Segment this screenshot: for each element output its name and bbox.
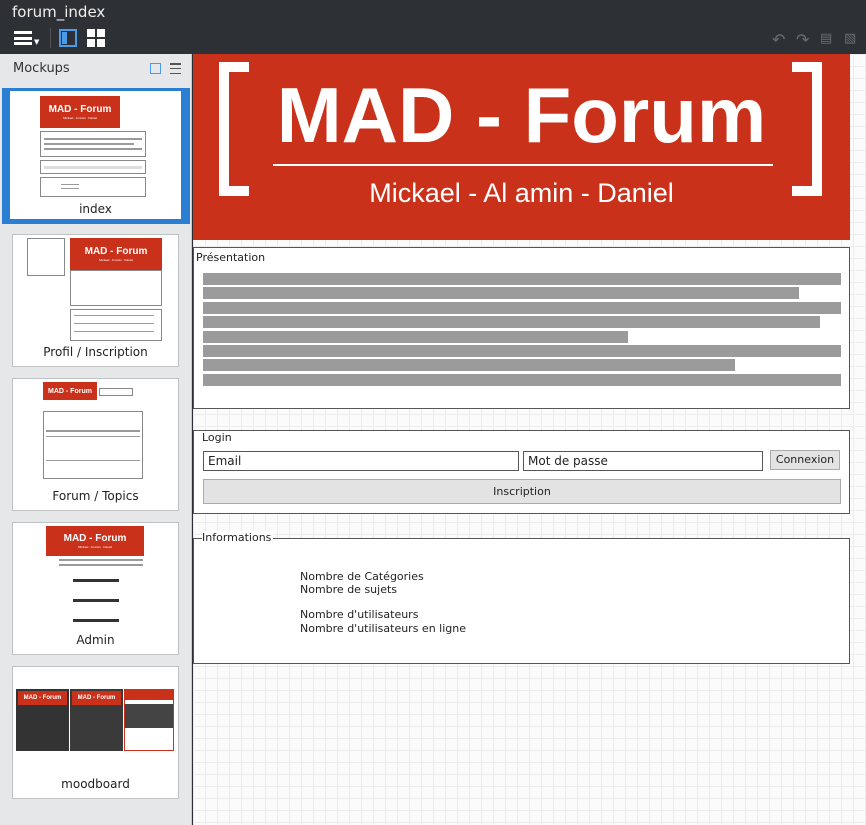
window-title: forum_index bbox=[12, 3, 106, 21]
mini-panel bbox=[70, 270, 162, 306]
text-placeholder-line bbox=[203, 287, 799, 299]
login-title: Login bbox=[202, 431, 234, 444]
undo-icon[interactable]: ↶ bbox=[772, 30, 785, 49]
stat-users: Nombre d'utilisateurs bbox=[300, 608, 419, 621]
copy-icon[interactable]: ▤ bbox=[820, 31, 832, 46]
mockup-item-index[interactable]: MAD - Forum Mickael · Al amin · Daniel i… bbox=[2, 88, 190, 224]
mockup-item-forum-topics[interactable]: MAD - Forum Forum / Topics bbox=[12, 378, 179, 511]
mini-input bbox=[99, 388, 133, 396]
mockup-thumbnail: MAD - Forum Mickael · Al amin · Daniel i… bbox=[10, 91, 181, 219]
presentation-title: Présentation bbox=[196, 251, 268, 264]
mini-logo: MAD - Forum Mickael · Al amin · Daniel bbox=[70, 238, 162, 270]
mockup-item-moodboard[interactable]: MAD - Forum MAD - Forum moodboard bbox=[12, 666, 179, 799]
text-placeholder-line bbox=[203, 273, 841, 285]
forum-banner: MAD - Forum Mickael - Al amin - Daniel bbox=[193, 54, 850, 240]
login-panel: Login Email Mot de passe Connexion Inscr… bbox=[193, 430, 850, 514]
text-placeholder-line bbox=[203, 374, 841, 386]
menu-button[interactable]: ▼ bbox=[14, 28, 42, 48]
mockup-label: Forum / Topics bbox=[52, 489, 139, 503]
informations-title: Informations bbox=[202, 531, 274, 544]
mood-image: MAD - Forum bbox=[16, 689, 69, 751]
paste-icon[interactable]: ▧ bbox=[844, 31, 856, 46]
redo-icon[interactable]: ↷ bbox=[796, 30, 809, 49]
stat-categories: Nombre de Catégories bbox=[300, 570, 424, 583]
mockup-label: index bbox=[79, 202, 112, 216]
mockup-label: Profil / Inscription bbox=[43, 345, 148, 359]
mini-logo: MAD - Forum Mickael · Al amin · Daniel bbox=[46, 526, 144, 556]
text-placeholder-line bbox=[203, 331, 628, 343]
mood-image: MAD - Forum bbox=[70, 689, 123, 751]
stat-users-online: Nombre d'utilisateurs en ligne bbox=[300, 622, 467, 635]
mockup-label: Admin bbox=[76, 633, 115, 647]
banner-divider bbox=[273, 164, 773, 166]
stat-topics: Nombre de sujets bbox=[300, 583, 398, 596]
toolbar-divider bbox=[50, 28, 51, 48]
email-field[interactable]: Email bbox=[203, 451, 519, 471]
mini-panel bbox=[40, 177, 146, 197]
inscription-button[interactable]: Inscription bbox=[203, 479, 841, 504]
chevron-down-icon: ▼ bbox=[34, 38, 40, 46]
banner-title: MAD - Forum bbox=[276, 71, 767, 159]
grid-icon bbox=[87, 29, 105, 47]
password-field[interactable]: Mot de passe bbox=[523, 451, 763, 471]
text-placeholder-line bbox=[203, 316, 820, 328]
text-placeholder-line bbox=[203, 359, 735, 371]
title-bar: forum_index ▼ ↶ ↷ ▤ ▧ bbox=[0, 0, 866, 54]
presentation-panel: Présentation bbox=[193, 247, 850, 409]
mockup-item-admin[interactable]: MAD - Forum Mickael · Al amin · Daniel A… bbox=[12, 522, 179, 655]
mockup-canvas[interactable]: MAD - Forum Mickael - Al amin - Daniel P… bbox=[193, 54, 866, 825]
mini-image-placeholder bbox=[27, 238, 65, 276]
square-view-icon[interactable] bbox=[150, 63, 161, 74]
text-placeholder-line bbox=[203, 345, 841, 357]
mockup-item-profil-inscription[interactable]: MAD - Forum Mickael · Al amin · Daniel P… bbox=[12, 234, 179, 367]
mini-logo: MAD - Forum Mickael · Al amin · Daniel bbox=[40, 96, 120, 128]
panel-icon bbox=[59, 29, 77, 47]
menu-icon bbox=[14, 31, 32, 45]
mini-panel bbox=[40, 131, 146, 157]
mini-panel bbox=[70, 309, 162, 341]
connexion-button[interactable]: Connexion bbox=[770, 450, 840, 470]
mini-panel bbox=[40, 160, 146, 174]
informations-panel: Informations Nombre de Catégories Nombre… bbox=[193, 531, 850, 664]
mockups-sidebar: Mockups MAD - Forum Mickael · Al amin · … bbox=[0, 54, 192, 825]
text-placeholder-line bbox=[203, 302, 841, 314]
mockup-label: moodboard bbox=[61, 777, 130, 791]
mini-panel bbox=[43, 411, 143, 479]
grid-view-button[interactable] bbox=[87, 28, 107, 48]
banner-subtitle: Mickael - Al amin - Daniel bbox=[369, 178, 674, 208]
sidebar-header: Mockups bbox=[0, 54, 192, 84]
mood-image bbox=[124, 689, 174, 751]
mini-logo: MAD - Forum bbox=[43, 382, 97, 400]
toggle-panel-button[interactable] bbox=[59, 28, 79, 48]
list-menu-icon[interactable] bbox=[170, 63, 181, 74]
sidebar-title: Mockups bbox=[13, 61, 70, 76]
